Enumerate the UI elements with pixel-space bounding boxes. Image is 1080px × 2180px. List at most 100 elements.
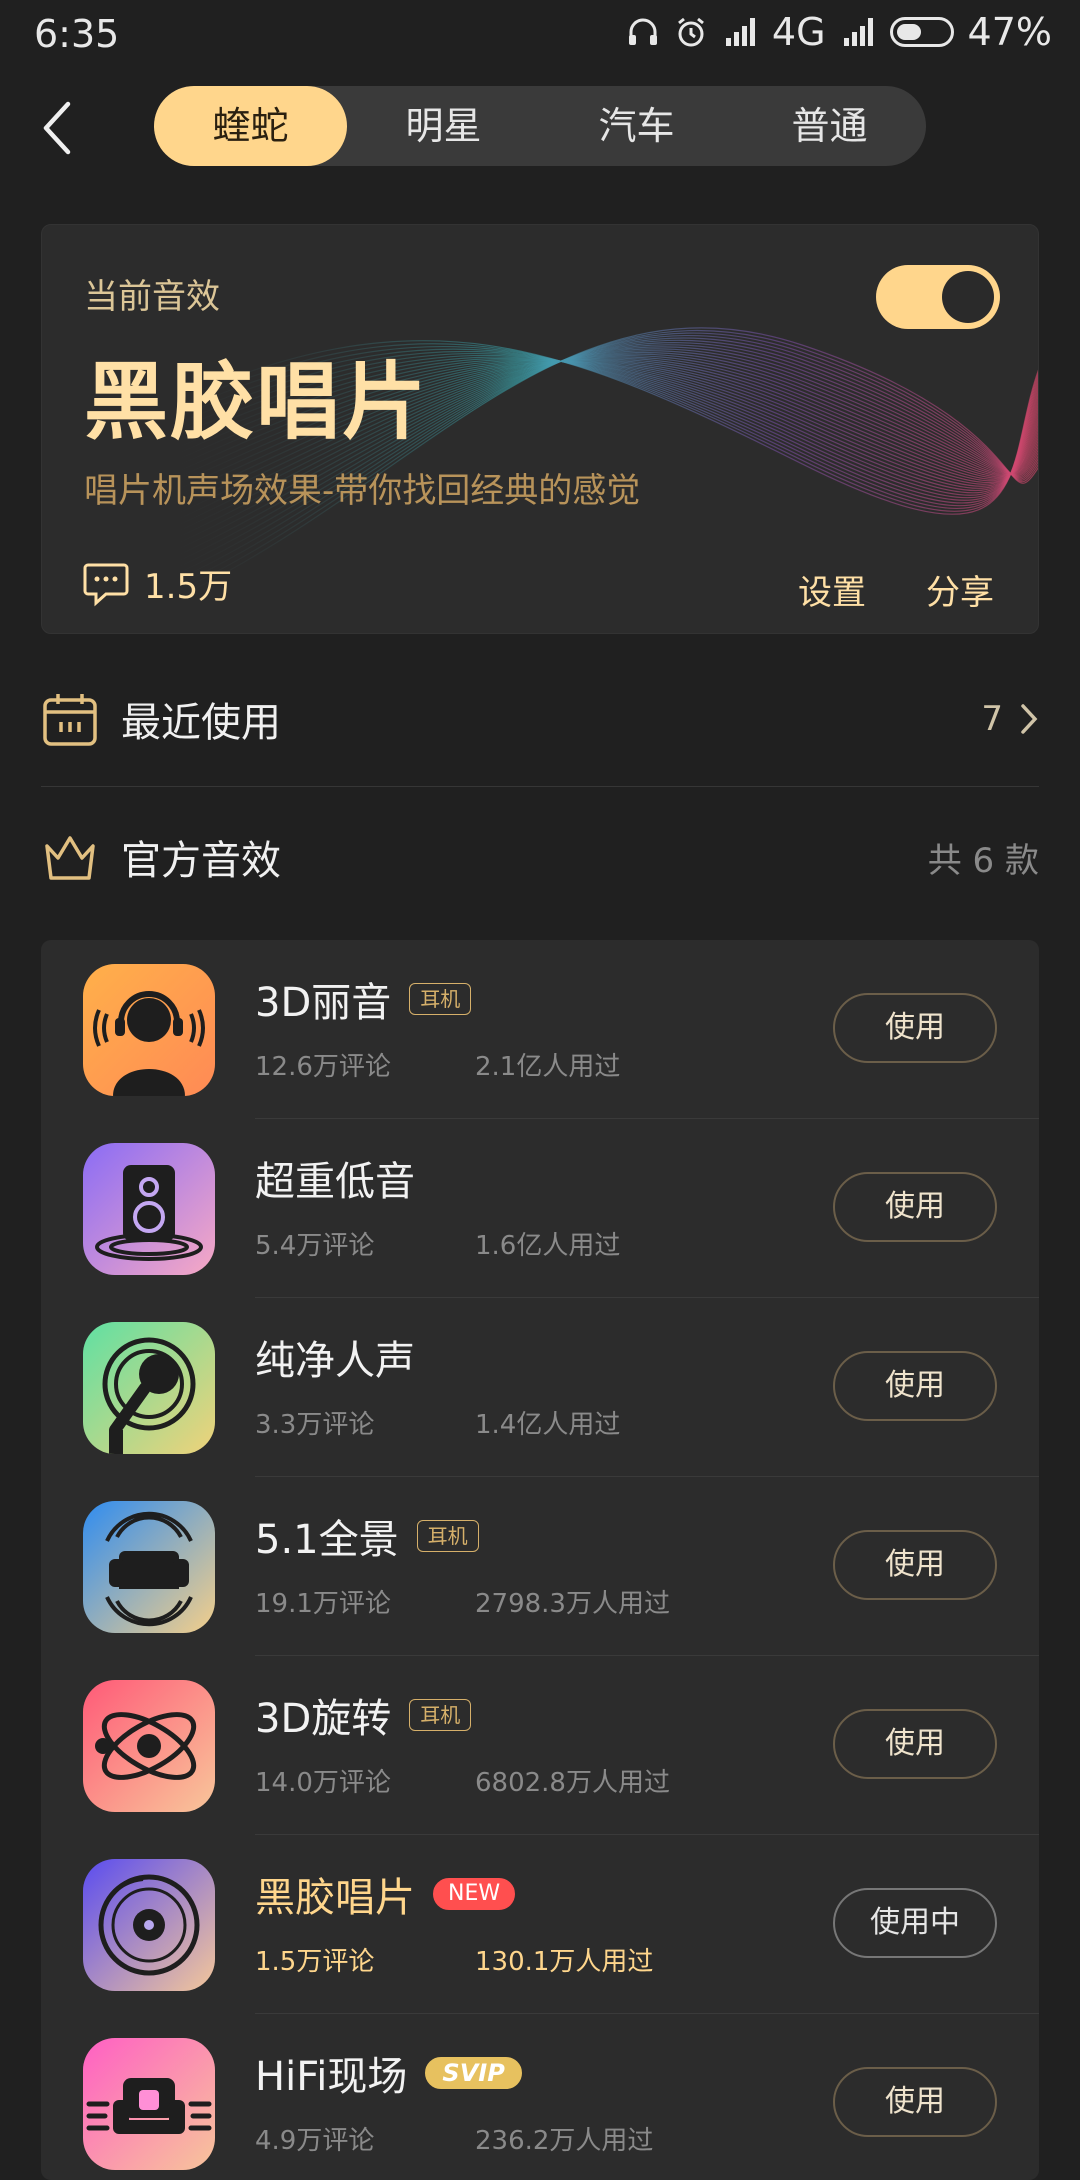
effects-list: 3D丽音 耳机 12.6万评论 2.1亿人用过 使用 超重低音 5.4万评论 1.6亿… <box>41 940 1039 2180</box>
user-count: 2.1亿人用过 <box>475 1052 621 1082</box>
headphone-status-icon <box>628 18 657 45</box>
effect-name: 超重低音 <box>255 1149 415 1207</box>
share-button[interactable]: 分享 <box>926 565 994 614</box>
comment-count: 1.5万评论 <box>255 1947 375 1977</box>
battery-percent: 47% <box>967 10 1052 54</box>
status-bar: 6:35 4G 47% <box>0 0 1080 66</box>
effect-stats: 14.0万评论 6802.8万人用过 <box>255 1762 670 1799</box>
effect-stats: 5.4万评论 1.6亿人用过 <box>255 1225 620 1262</box>
calendar-icon <box>43 694 97 746</box>
comment-count: 1.5万 <box>144 567 233 607</box>
battery-icon <box>889 17 954 47</box>
headphone-badge: 耳机 <box>409 1699 472 1731</box>
settings-button[interactable]: 设置 <box>798 565 866 614</box>
effect-stats: 3.3万评论 1.4亿人用过 <box>255 1404 620 1441</box>
use-button[interactable]: 使用 <box>833 1530 997 1600</box>
battery-level <box>896 24 921 40</box>
user-count: 6802.8万人用过 <box>475 1768 670 1798</box>
effect-name: 黑胶唱片 NEW <box>255 1865 516 1923</box>
sofa-icon[interactable] <box>83 1501 215 1633</box>
chevron-right-icon <box>1021 704 1038 734</box>
signal-icon <box>843 18 873 46</box>
crown-icon <box>45 836 95 880</box>
official-effects-header: 官方音效 共 6 款 <box>41 828 1039 886</box>
effect-name: 3D旋转 耳机 <box>255 1686 472 1744</box>
current-effect-label: 当前音效 <box>84 277 220 317</box>
signal-hd-icon <box>725 18 755 46</box>
use-button[interactable]: 使用 <box>833 1351 997 1421</box>
recent-used-count-wrap: 7 <box>981 699 1039 739</box>
list-item: 3D丽音 耳机 12.6万评论 2.1亿人用过 使用 <box>41 940 1039 1119</box>
user-count: 2798.3万人用过 <box>475 1589 670 1619</box>
list-item: 纯净人声 3.3万评论 1.4亿人用过 使用 <box>41 1298 1039 1477</box>
user-count: 130.1万人用过 <box>475 1947 654 1977</box>
comment-count: 14.0万评论 <box>255 1768 391 1798</box>
effect-name-text: 5.1全景 <box>255 1517 399 1563</box>
speaker-icon[interactable] <box>83 1143 215 1275</box>
list-item: 超重低音 5.4万评论 1.6亿人用过 使用 <box>41 1119 1039 1298</box>
effect-category-tabs: 蝰蛇 明星 汽车 普通 <box>154 86 926 166</box>
use-button[interactable]: 使用 <box>833 1172 997 1242</box>
vinyl-icon[interactable] <box>83 1859 215 1991</box>
in-use-button[interactable]: 使用中 <box>833 1888 997 1958</box>
effect-toggle[interactable] <box>876 265 1000 329</box>
headphone-badge: 耳机 <box>409 983 472 1015</box>
recent-used-label: 最近使用 <box>121 700 281 746</box>
microphone-icon[interactable] <box>83 1322 215 1454</box>
effect-name: 纯净人声 <box>255 1328 415 1386</box>
orbit-icon[interactable] <box>83 1680 215 1812</box>
headphone-person-icon[interactable] <box>83 964 215 1096</box>
list-item: 5.1全景 耳机 19.1万评论 2798.3万人用过 使用 <box>41 1477 1039 1656</box>
user-count: 236.2万人用过 <box>475 2126 654 2156</box>
armchair-icon[interactable] <box>83 2038 215 2170</box>
svip-badge: SVIP <box>425 2057 522 2089</box>
network-type: 4G <box>771 10 826 54</box>
alarm-icon <box>677 17 704 47</box>
toggle-knob <box>942 271 994 323</box>
effect-name-text: 超重低音 <box>255 1159 415 1205</box>
back-arrow-icon[interactable] <box>38 100 78 156</box>
tab-viper[interactable]: 蝰蛇 <box>154 86 347 166</box>
status-icons: 4G 47% <box>626 10 1052 54</box>
headphone-badge: 耳机 <box>416 1520 479 1552</box>
new-badge: NEW <box>433 1878 516 1910</box>
tab-car[interactable]: 汽车 <box>540 86 733 166</box>
use-button[interactable]: 使用 <box>833 1709 997 1779</box>
status-time: 6:35 <box>34 12 120 56</box>
recent-used-count: 7 <box>981 699 1003 739</box>
effect-name: HiFi现场 SVIP <box>255 2044 522 2102</box>
comment-icon <box>83 563 129 606</box>
effect-stats: 1.5万评论 130.1万人用过 <box>255 1941 653 1978</box>
list-item: 3D旋转 耳机 14.0万评论 6802.8万人用过 使用 <box>41 1656 1039 1835</box>
effect-stats: 19.1万评论 2798.3万人用过 <box>255 1583 670 1620</box>
effect-stats: 12.6万评论 2.1亿人用过 <box>255 1046 620 1083</box>
user-count: 1.6亿人用过 <box>475 1231 621 1261</box>
comment-count: 3.3万评论 <box>255 1410 375 1440</box>
current-effect-title: 黑胶唱片 <box>84 353 429 451</box>
effect-name: 5.1全景 耳机 <box>255 1507 479 1565</box>
comment-count: 5.4万评论 <box>255 1231 375 1261</box>
current-effect-card: 当前音效 黑胶唱片 唱片机声场效果-带你找回经典的感觉 1.5万 设置 分享 <box>41 224 1039 634</box>
official-effects-count: 共 6 款 <box>927 840 1039 881</box>
effect-name-text: 3D旋转 <box>255 1696 392 1742</box>
tab-normal[interactable]: 普通 <box>733 86 926 166</box>
effect-name-text: 3D丽音 <box>255 980 392 1026</box>
comment-count: 12.6万评论 <box>255 1052 391 1082</box>
effect-name-text: 黑胶唱片 <box>255 1875 415 1921</box>
effect-stats: 4.9万评论 236.2万人用过 <box>255 2120 653 2157</box>
effect-name-text: 纯净人声 <box>255 1338 415 1384</box>
official-effects-label: 官方音效 <box>121 838 281 884</box>
current-effect-desc: 唱片机声场效果-带你找回经典的感觉 <box>84 471 641 511</box>
effect-name-text: HiFi现场 <box>255 2054 408 2100</box>
comment-count: 19.1万评论 <box>255 1589 391 1619</box>
user-count: 1.4亿人用过 <box>475 1410 621 1440</box>
use-button[interactable]: 使用 <box>833 2067 997 2137</box>
section-divider <box>41 786 1039 787</box>
recent-used-row[interactable]: 最近使用 7 <box>41 690 1039 748</box>
list-item: 黑胶唱片 NEW 1.5万评论 130.1万人用过 使用中 <box>41 1835 1039 2014</box>
comment-link[interactable]: 1.5万 <box>82 559 232 608</box>
tab-star[interactable]: 明星 <box>347 86 540 166</box>
effect-name: 3D丽音 耳机 <box>255 970 472 1028</box>
use-button[interactable]: 使用 <box>833 993 997 1063</box>
comment-count: 4.9万评论 <box>255 2126 375 2156</box>
